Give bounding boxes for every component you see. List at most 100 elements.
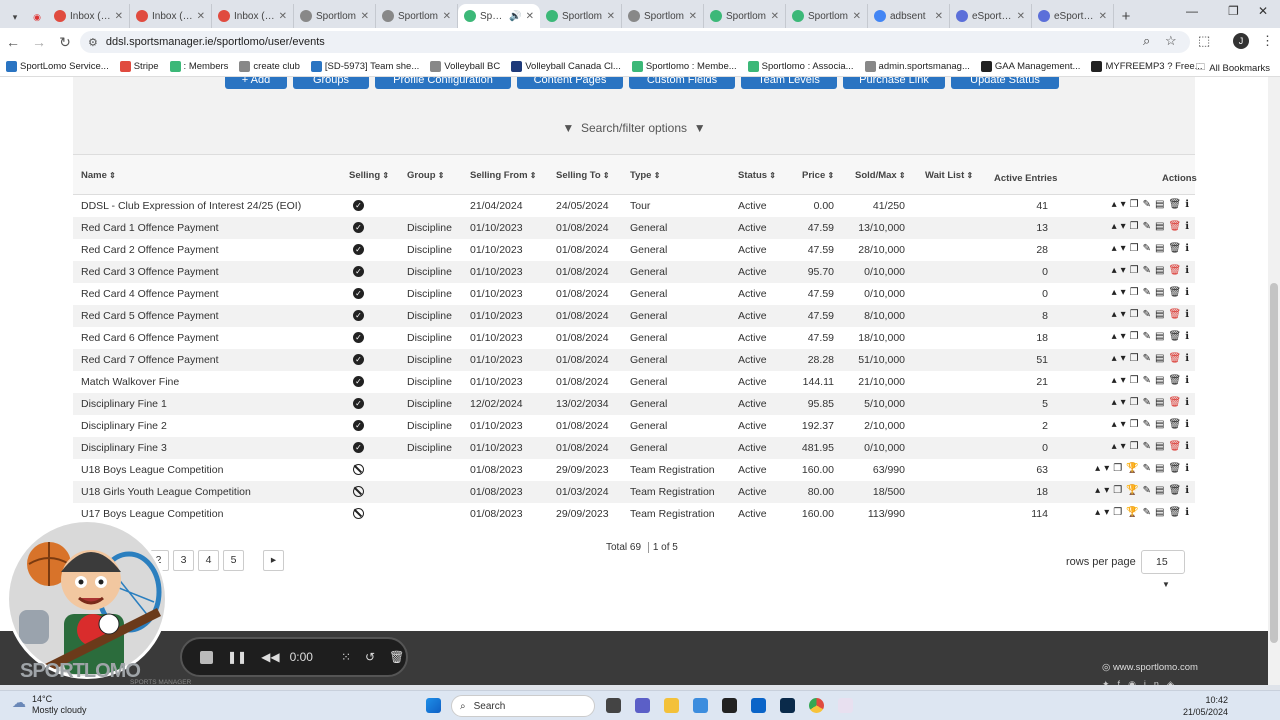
event-name[interactable]: DDSL - Club Expression of Interest 24/25… (81, 200, 301, 212)
info-icon[interactable]: ℹ (1185, 199, 1189, 210)
browser-tab[interactable]: Sportlom ✕ (622, 4, 704, 28)
browser-tab[interactable]: eSports M ✕ (1032, 4, 1114, 28)
toolbar-button[interactable]: Profile Configuration (375, 77, 511, 89)
edit-icon[interactable]: ✎ (1143, 199, 1151, 210)
column-header[interactable]: Sold/Max ⇕ (855, 170, 906, 181)
move-up-icon[interactable]: ▴ (1112, 375, 1117, 386)
copy-icon[interactable]: ❐ (1130, 243, 1139, 254)
info-icon[interactable]: ℹ (1185, 419, 1189, 430)
trophy-icon[interactable]: 🏆 (1126, 485, 1138, 496)
event-name[interactable]: Red Card 2 Offence Payment (81, 244, 219, 256)
bookmark-item[interactable]: Sportlomo : Membe... (631, 60, 737, 72)
toolbar-button[interactable]: Update Status (951, 77, 1059, 89)
info-icon[interactable]: ℹ (1185, 375, 1189, 386)
tab-close-icon[interactable]: ✕ (115, 11, 123, 22)
edit-icon[interactable]: ✎ (1143, 221, 1151, 232)
info-icon[interactable]: ℹ (1185, 485, 1189, 496)
photoshop-icon[interactable] (780, 698, 795, 713)
trash-icon[interactable]: 🗑 (1168, 441, 1181, 452)
copy-icon[interactable]: ❐ (1113, 463, 1122, 474)
move-down-icon[interactable]: ▾ (1121, 331, 1126, 342)
page-scrollbar[interactable] (1268, 77, 1280, 685)
document-icon[interactable]: ▤ (1155, 463, 1164, 474)
copy-icon[interactable]: ❐ (1130, 441, 1139, 452)
browser-menu-icon[interactable]: ⋮ (1261, 33, 1274, 49)
browser-tab[interactable]: Sportlom ✕ (294, 4, 376, 28)
column-header[interactable]: Status ⇕ (738, 170, 776, 181)
edit-icon[interactable]: ✎ (1143, 485, 1151, 496)
linkedin-icon[interactable]: in (1144, 679, 1167, 685)
browser-tab[interactable]: Sportlom ✕ (704, 4, 786, 28)
task-view-icon[interactable] (606, 698, 621, 713)
document-icon[interactable]: ▤ (1155, 441, 1164, 452)
weather-widget[interactable]: ☁ 14°C Mostly cloudy (12, 694, 87, 716)
trash-icon[interactable]: 🗑 (1168, 243, 1181, 254)
browser-tab[interactable]: Inbox (4,5 ✕ (130, 4, 212, 28)
edit-icon[interactable]: ✎ (1143, 353, 1151, 364)
trash-icon[interactable]: 🗑 (1168, 485, 1181, 496)
tab-close-icon[interactable]: ✕ (607, 11, 615, 22)
event-name[interactable]: Disciplinary Fine 1 (81, 398, 167, 410)
document-icon[interactable]: ▤ (1155, 507, 1164, 518)
extensions-icon[interactable]: ⬚ (1198, 33, 1210, 49)
edit-icon[interactable]: ✎ (1143, 287, 1151, 298)
trash-icon[interactable]: 🗑 (1168, 331, 1181, 342)
document-icon[interactable]: ▤ (1155, 265, 1164, 276)
trophy-icon[interactable]: 🏆 (1126, 507, 1138, 518)
move-down-icon[interactable]: ▾ (1121, 199, 1126, 210)
zoom-icon[interactable]: ⌕ (1143, 33, 1150, 49)
tab-close-icon[interactable]: ✕ (279, 11, 287, 22)
event-name[interactable]: Red Card 3 Offence Payment (81, 266, 219, 278)
document-icon[interactable]: ▤ (1155, 375, 1164, 386)
restart-icon[interactable]: ↺ (365, 650, 375, 664)
event-name[interactable]: Red Card 7 Offence Payment (81, 354, 219, 366)
tab-close-icon[interactable]: ✕ (1099, 11, 1107, 22)
trash-icon[interactable]: 🗑 (1168, 221, 1181, 232)
document-icon[interactable]: ▤ (1155, 199, 1164, 210)
scrollbar-thumb[interactable] (1270, 283, 1278, 643)
teams-icon[interactable] (635, 698, 650, 713)
browser-tab[interactable]: adbsent ✕ (868, 4, 950, 28)
copy-icon[interactable]: ❐ (1130, 397, 1139, 408)
browser-tab[interactable]: Sportlom ✕ (786, 4, 868, 28)
column-header[interactable]: Wait List ⇕ (925, 170, 973, 181)
trash-icon[interactable]: 🗑 (1168, 463, 1181, 474)
bookmark-item[interactable]: Volleyball BC (430, 60, 500, 72)
trash-icon[interactable]: 🗑 (389, 650, 404, 664)
tab-close-icon[interactable]: ✕ (443, 11, 451, 22)
trash-icon[interactable]: 🗑 (1168, 199, 1181, 210)
bookmark-item[interactable]: GAA Management... (980, 60, 1080, 72)
move-down-icon[interactable]: ▾ (1104, 507, 1109, 518)
move-up-icon[interactable]: ▴ (1112, 243, 1117, 254)
slack-icon[interactable] (838, 698, 853, 713)
bookmark-star-icon[interactable]: ☆ (1165, 33, 1177, 49)
column-header[interactable]: Selling To ⇕ (556, 170, 610, 181)
trash-icon[interactable]: 🗑 (1168, 309, 1181, 320)
tab-search-icon[interactable]: ▾ (4, 6, 26, 28)
event-name[interactable]: Red Card 5 Offence Payment (81, 310, 219, 322)
move-down-icon[interactable]: ▾ (1121, 265, 1126, 276)
move-down-icon[interactable]: ▾ (1121, 243, 1126, 254)
terminal-icon[interactable] (722, 698, 737, 713)
profile-avatar[interactable]: J (1233, 33, 1249, 49)
trophy-icon[interactable]: 🏆 (1126, 463, 1138, 474)
copy-icon[interactable]: ❐ (1130, 353, 1139, 364)
move-up-icon[interactable]: ▴ (1112, 419, 1117, 430)
toolbar-button[interactable]: Groups (293, 77, 369, 89)
record-icon[interactable]: ◉ (26, 6, 48, 28)
move-up-icon[interactable]: ▴ (1112, 353, 1117, 364)
edit-icon[interactable]: ✎ (1143, 243, 1151, 254)
info-icon[interactable]: ℹ (1185, 463, 1189, 474)
bookmark-item[interactable]: [SD-5973] Team she... (310, 60, 419, 72)
chrome-icon[interactable] (809, 698, 824, 713)
browser-tab[interactable]: Inbox (4,5 ✕ (212, 4, 294, 28)
url-input[interactable]: ⚙ ddsl.sportsmanager.ie/sportlomo/user/e… (80, 31, 1190, 53)
toolbar-button[interactable]: + Add (225, 77, 287, 89)
file-explorer-icon[interactable] (664, 698, 679, 713)
tab-close-icon[interactable]: ✕ (526, 11, 534, 22)
copy-icon[interactable]: ❐ (1130, 309, 1139, 320)
trash-icon[interactable]: 🗑 (1168, 287, 1181, 298)
tab-close-icon[interactable]: ✕ (361, 11, 369, 22)
facebook-icon[interactable]: f (1118, 679, 1129, 685)
copy-icon[interactable]: ❐ (1113, 485, 1122, 496)
